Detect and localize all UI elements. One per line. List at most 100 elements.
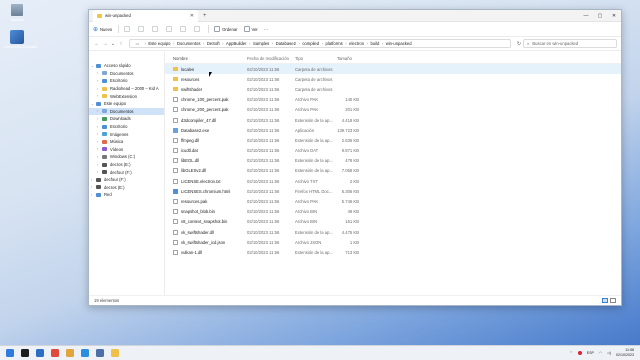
breadcrumb-separator-icon[interactable]: › [382, 41, 383, 46]
sidebar-item[interactable]: ⌄ Acceso rápido [89, 62, 164, 70]
sidebar-item[interactable]: › Red [89, 191, 164, 199]
terminal-icon[interactable] [21, 349, 29, 357]
breadcrumb-item[interactable]: win-unpacked [386, 41, 412, 46]
file-row[interactable]: chrome_100_percent.pak 02/10/2023 11:56 Ar… [165, 95, 621, 105]
breadcrumb-item[interactable]: AppBuilder [226, 41, 247, 46]
sidebar-item[interactable]: › Radiohead – 2000 – Kid A [89, 85, 164, 93]
file-row[interactable]: d3dcompiler_47.dll 02/10/2023 11:56 Extens… [165, 115, 621, 125]
refresh-icon[interactable]: ↻ [515, 41, 523, 47]
sidebar-item[interactable]: › WebExtension [89, 92, 164, 100]
file-row[interactable]: vulkan-1.dll 02/10/2023 11:56 Extensión de… [165, 247, 621, 257]
breadcrumb-separator-icon[interactable]: › [203, 41, 204, 46]
file-row[interactable]: snapshot_blob.bin 02/10/2023 11:56 Archivo… [165, 207, 621, 217]
breadcrumb[interactable]: ▭ › Este equipo › Documentos › DeSoft › AppBuild… [129, 39, 511, 48]
column-size[interactable]: Tamaño [337, 56, 359, 61]
view-button[interactable]: Ver [243, 26, 258, 32]
back-arrow-icon[interactable]: ← [93, 41, 101, 47]
new-button[interactable]: ⊕ Nuevo [93, 26, 112, 33]
breadcrumb-separator-icon[interactable]: › [298, 41, 299, 46]
search-input[interactable]: ⌕ Buscar en win-unpacked [523, 39, 617, 48]
sidebar-item[interactable]: › Windows (C:) [89, 153, 164, 161]
column-date[interactable]: Fecha de modificación [247, 56, 295, 61]
maximize-button[interactable]: ▢ [593, 13, 607, 19]
new-tab-button[interactable]: + [203, 13, 207, 19]
breadcrumb-separator-icon[interactable]: › [144, 41, 145, 46]
breadcrumb-item[interactable]: platforms [326, 41, 343, 46]
breadcrumb-item[interactable]: Documentos [177, 41, 201, 46]
desktop-recycle-bin[interactable]: Papelera [4, 3, 30, 22]
file-row[interactable]: chrome_200_percent.pak 02/10/2023 11:56 Ar… [165, 105, 621, 115]
clock[interactable]: 11:58 02/10/2023 [616, 348, 634, 357]
file-row[interactable]: Database2.exe 02/10/2023 11:56 Aplicación 1… [165, 125, 621, 135]
file-explorer-icon[interactable] [111, 349, 119, 357]
language-indicator[interactable]: ESP [587, 351, 594, 355]
file-row[interactable]: v8_context_snapshot.bin 02/10/2023 11:56 A… [165, 217, 621, 227]
paste-button[interactable] [152, 26, 160, 32]
share-button[interactable] [180, 26, 188, 32]
vscode-icon[interactable] [81, 349, 89, 357]
recent-chevron-icon[interactable]: ⌄ [109, 41, 117, 47]
forward-arrow-icon[interactable]: → [101, 41, 109, 47]
files-icon[interactable] [36, 349, 44, 357]
breadcrumb-separator-icon[interactable]: › [345, 41, 346, 46]
tiles-view-icon[interactable] [610, 298, 616, 303]
file-row[interactable]: vk_swiftshader.dll 02/10/2023 11:56 Extens… [165, 227, 621, 237]
file-row[interactable]: locales 02/10/2023 11:56 Carpeta de archiv… [165, 64, 621, 75]
sidebar-item[interactable]: ⌄ Este equipo [89, 100, 164, 108]
file-row[interactable]: libGLESv2.dll 02/10/2023 11:56 Extensión d… [165, 166, 621, 176]
sidebar-item[interactable]: › Música [89, 138, 164, 146]
breadcrumb-separator-icon[interactable]: › [173, 41, 174, 46]
sidebar-item[interactable]: › Downloads [89, 115, 164, 123]
breadcrumb-separator-icon[interactable]: › [322, 41, 323, 46]
sidebar-item[interactable]: › decros (E:) [89, 161, 164, 169]
details-view-icon[interactable] [602, 298, 608, 303]
app-icon[interactable] [96, 349, 104, 357]
sidebar-item[interactable]: › Vídeos [89, 146, 164, 154]
file-row[interactable]: ffmpeg.dll 02/10/2023 11:56 Extensión de l… [165, 135, 621, 145]
more-options-button[interactable]: ··· [264, 27, 268, 32]
file-row[interactable]: resources 02/10/2023 11:56 Carpeta de arch… [165, 74, 621, 84]
chrome-icon[interactable] [51, 349, 59, 357]
cut-button[interactable] [124, 26, 132, 32]
file-row[interactable]: vk_swiftshader_icd.json 02/10/2023 11:56 A… [165, 237, 621, 247]
volume-icon[interactable]: ◁) [607, 351, 611, 355]
breadcrumb-item[interactable]: DeSoft [207, 41, 220, 46]
copy-button[interactable] [138, 26, 146, 32]
close-button[interactable]: ✕ [607, 13, 621, 19]
column-name[interactable]: Nombre [165, 56, 247, 61]
breadcrumb-item[interactable]: build [370, 41, 379, 46]
chevron-up-icon[interactable]: ⌃ [570, 351, 573, 355]
breadcrumb-item[interactable]: Samples [253, 41, 269, 46]
file-row[interactable]: swiftshader 02/10/2023 11:56 Carpeta de ar… [165, 84, 621, 94]
sidebar-item[interactable]: › decfour (F:) [89, 176, 164, 184]
breadcrumb-separator-icon[interactable]: › [367, 41, 368, 46]
windows-start-icon[interactable] [6, 349, 14, 357]
sidebar-item[interactable]: › Documentos [89, 107, 164, 116]
sidebar-item[interactable]: › Escritorio [89, 123, 164, 131]
breadcrumb-separator-icon[interactable]: › [272, 41, 273, 46]
breadcrumb-item[interactable]: Database2 [276, 41, 296, 46]
chrome-canary-icon[interactable] [66, 349, 74, 357]
sidebar-item[interactable]: › decros (E:) [89, 184, 164, 192]
minimize-button[interactable]: — [579, 13, 593, 19]
wifi-icon[interactable]: ◠ [599, 351, 602, 355]
column-type[interactable]: Tipo [295, 56, 337, 61]
sidebar-item[interactable]: › Escritorio [89, 77, 164, 85]
file-row[interactable]: resources.pak 02/10/2023 11:56 Archivo PAK… [165, 196, 621, 206]
app-tray-icon[interactable] [577, 351, 582, 355]
file-row[interactable]: icudtl.dat 02/10/2023 11:56 Archivo DAT 9.8… [165, 146, 621, 156]
file-row[interactable]: LICENSES.chromium.html 02/10/2023 11:56 Fi… [165, 186, 621, 196]
breadcrumb-separator-icon[interactable]: › [222, 41, 223, 46]
sidebar-item[interactable]: › decfour (F:) [89, 168, 164, 176]
sort-button[interactable]: Ordenar [214, 26, 238, 32]
sidebar-item[interactable]: › Documentos [89, 70, 164, 78]
sidebar-item[interactable]: › Imágenes [89, 130, 164, 138]
file-row[interactable]: LICENSE.electron.txt 02/10/2023 11:56 Arch… [165, 176, 621, 186]
rename-button[interactable] [166, 26, 174, 32]
desktop-shortcut[interactable]: Decompiler.Emulator [4, 30, 37, 49]
breadcrumb-item[interactable]: electron [349, 41, 364, 46]
breadcrumb-item[interactable]: compiled [302, 41, 319, 46]
breadcrumb-separator-icon[interactable]: › [249, 41, 250, 46]
delete-button[interactable] [194, 26, 202, 32]
tab-win-unpacked[interactable]: win-unpacked ✕ [93, 9, 198, 22]
